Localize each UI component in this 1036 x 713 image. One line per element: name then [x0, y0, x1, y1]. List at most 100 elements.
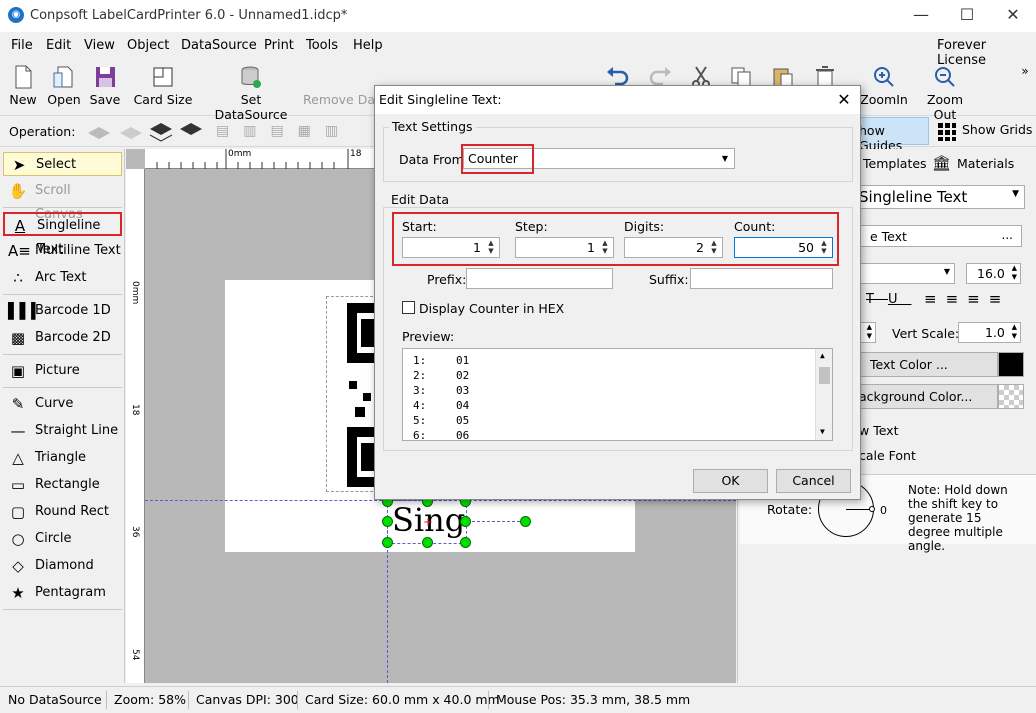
tool-barcode-1d[interactable]: ▌▌▍ Barcode 1D: [3, 299, 122, 323]
close-window-button[interactable]: ✕: [990, 0, 1036, 32]
scroll-thumb[interactable]: [819, 367, 830, 384]
scroll-up-icon[interactable]: ▲: [820, 351, 825, 360]
text-settings-label: Text Settings: [389, 119, 476, 134]
tool-arc-text[interactable]: ∴ Arc Text: [3, 266, 122, 290]
qr-code-graphic: [347, 303, 377, 487]
tool-picture[interactable]: ▣ Picture: [3, 359, 122, 383]
align-icons[interactable]: ▤▥▤▦▥: [216, 123, 366, 141]
menu-help[interactable]: Help: [353, 38, 383, 53]
tool-scroll-canvas[interactable]: ✋ Scroll Canvas: [3, 179, 122, 222]
hand-icon: ✋: [8, 182, 28, 200]
status-bar: No DataSource Zoom: 58% Canvas DPI: 300 …: [0, 686, 1036, 713]
toolbar-overflow-icon[interactable]: »: [1018, 64, 1032, 78]
text-color-button[interactable]: Text Color ...: [858, 352, 998, 377]
resize-handle-b[interactable]: [422, 537, 433, 548]
scale-font-option[interactable]: cale Font: [859, 448, 916, 463]
tool-diamond[interactable]: ◇ Diamond: [3, 554, 122, 578]
text-align-buttons[interactable]: ≡≡≡≡: [924, 290, 1010, 308]
menu-object[interactable]: Object: [127, 38, 169, 53]
zoom-in-button[interactable]: ZoomIn: [860, 64, 908, 107]
count-label: Count:: [734, 219, 776, 234]
hex-checkbox[interactable]: [402, 301, 415, 314]
list-item: 1: 01: [413, 354, 470, 367]
save-button[interactable]: Save: [88, 64, 122, 107]
menu-file[interactable]: File: [11, 38, 33, 53]
ruler-h-18: 18: [350, 149, 362, 159]
background-color-swatch[interactable]: [998, 384, 1024, 409]
preview-scrollbar[interactable]: ▲ ▼: [815, 349, 832, 440]
multiline-text-icon: A≡: [8, 242, 31, 260]
object-type-select[interactable]: Singleline Text ▼: [858, 185, 1025, 209]
menu-view[interactable]: View: [84, 38, 115, 53]
ruler-v-zero: 0mm: [130, 281, 140, 305]
cancel-button[interactable]: Cancel: [776, 469, 851, 493]
font-size-spinner[interactable]: 16.0 ▲ ▼: [966, 263, 1021, 284]
tool-circle[interactable]: ○ Circle: [3, 527, 122, 551]
menu-datasource[interactable]: DataSource: [181, 38, 257, 53]
text-color-swatch[interactable]: [998, 352, 1024, 377]
edit-text-field[interactable]: e Text ...: [858, 225, 1022, 247]
resize-handle-bl[interactable]: [382, 537, 393, 548]
new-button[interactable]: New: [6, 64, 40, 107]
tool-curve[interactable]: ✎ Curve: [3, 392, 122, 416]
edit-data-label: Edit Data: [388, 192, 453, 207]
remove-datasource-button[interactable]: Remove Da: [303, 64, 377, 107]
tool-straight-line[interactable]: — Straight Line: [3, 419, 122, 443]
maximize-button[interactable]: ☐: [944, 0, 990, 32]
scroll-down-icon[interactable]: ▼: [820, 427, 825, 436]
tool-select[interactable]: ➤ Select: [3, 152, 122, 176]
resize-handle-br[interactable]: [460, 537, 471, 548]
tool-rectangle[interactable]: ▭ Rectangle: [3, 473, 122, 497]
digits-spinner[interactable]: 2 ▲ ▼: [624, 237, 723, 258]
show-guides-toggle[interactable]: how Guides: [855, 117, 929, 153]
hex-label[interactable]: Display Counter in HEX: [419, 301, 564, 316]
background-color-button[interactable]: ackground Color...: [858, 384, 998, 409]
chevron-down-icon: ▼: [721, 154, 728, 163]
ok-button[interactable]: OK: [693, 469, 768, 493]
step-spinner[interactable]: 1 ▲ ▼: [515, 237, 614, 258]
layer-order-icons[interactable]: [86, 121, 206, 143]
suffix-input[interactable]: [690, 268, 833, 289]
menu-print[interactable]: Print: [264, 38, 294, 53]
spinner-arrows-icon: ▲ ▼: [1011, 323, 1017, 340]
resize-handle-r[interactable]: [460, 516, 471, 527]
open-button[interactable]: Open: [45, 64, 83, 107]
spinner-arrows-icon: ▲ ▼: [711, 239, 717, 255]
shadow-text-option[interactable]: w Text: [859, 423, 898, 438]
qr-code-object[interactable]: [326, 296, 378, 492]
vert-scale-spinner[interactable]: 1.0 ▲ ▼: [958, 322, 1021, 343]
set-datasource-button[interactable]: Set DataSource: [204, 64, 298, 122]
step-label: Step:: [515, 219, 548, 234]
font-style-buttons[interactable]: TU: [866, 292, 911, 307]
ruler-v-18: 18: [130, 404, 140, 416]
menu-tools[interactable]: Tools: [306, 38, 338, 53]
dialog-close-icon[interactable]: ✕: [833, 89, 855, 111]
card-size-button[interactable]: Card Size: [133, 64, 193, 107]
resize-handle-l[interactable]: [382, 516, 393, 527]
tab-materials[interactable]: Materials: [957, 156, 1014, 171]
tab-templates[interactable]: Templates: [863, 156, 927, 171]
tool-triangle[interactable]: △ Triangle: [3, 446, 122, 470]
dialog-title-bar: Edit Singleline Text: ✕: [375, 86, 860, 114]
rotate-dial-needle: [846, 509, 870, 510]
status-zoom: Zoom: 58%: [114, 692, 187, 707]
show-grids-toggle[interactable]: Show Grids: [962, 122, 1032, 137]
tool-singleline-text[interactable]: A Singleline Text: [3, 212, 122, 257]
tool-multiline-text[interactable]: A≡ Multiline Text: [3, 239, 122, 263]
tool-pentagram[interactable]: ★ Pentagram: [3, 581, 122, 605]
start-spinner[interactable]: 1 ▲ ▼: [402, 237, 500, 258]
preview-list[interactable]: 1: 01 2: 02 3: 03 4: 04 5: 05 6: 06 ▲ ▼: [402, 348, 833, 441]
spinner-arrows-icon: ▲ ▼: [821, 239, 827, 255]
menu-edit[interactable]: Edit: [46, 38, 71, 53]
status-mouse-pos: Mouse Pos: 35.3 mm, 38.5 mm: [496, 692, 691, 707]
start-label: Start:: [402, 219, 437, 234]
prefix-input[interactable]: [466, 268, 613, 289]
font-name-select[interactable]: ▼: [858, 263, 955, 284]
tool-round-rect[interactable]: ▢ Round Rect: [3, 500, 122, 524]
rotate-handle[interactable]: [520, 516, 531, 527]
tool-barcode-2d[interactable]: ▩ Barcode 2D: [3, 326, 122, 350]
zoom-out-button[interactable]: Zoom Out: [914, 64, 976, 122]
suffix-label: Suffix:: [649, 272, 689, 287]
minimize-button[interactable]: —: [898, 0, 944, 32]
count-spinner[interactable]: 50 ▲ ▼: [734, 237, 833, 258]
